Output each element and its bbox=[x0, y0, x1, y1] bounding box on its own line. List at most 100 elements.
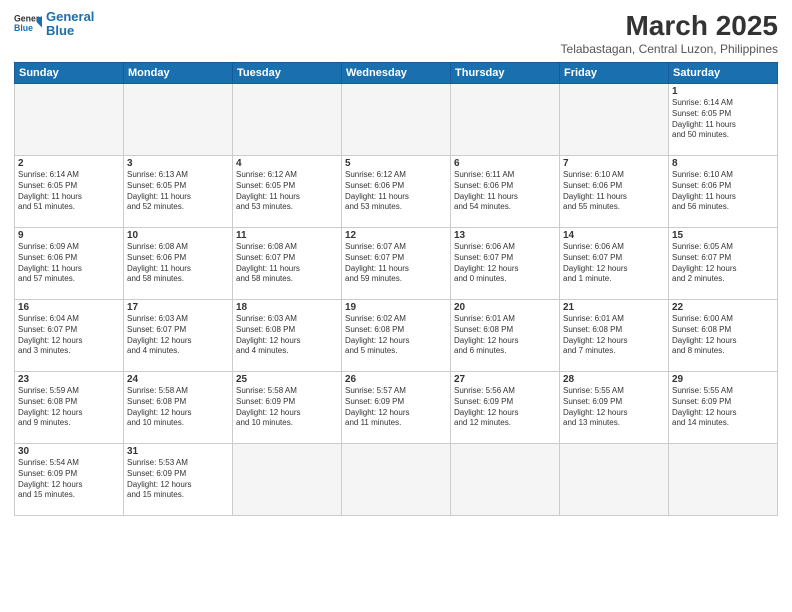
day-number: 24 bbox=[127, 374, 229, 385]
calendar-cell bbox=[451, 444, 560, 516]
week-row-1: 1Sunrise: 6:14 AM Sunset: 6:05 PM Daylig… bbox=[15, 84, 778, 156]
calendar-cell bbox=[124, 84, 233, 156]
day-number: 9 bbox=[18, 230, 120, 241]
day-number: 18 bbox=[236, 302, 338, 313]
week-row-4: 16Sunrise: 6:04 AM Sunset: 6:07 PM Dayli… bbox=[15, 300, 778, 372]
day-number: 19 bbox=[345, 302, 447, 313]
logo: General Blue GeneralBlue bbox=[14, 10, 94, 39]
logo-text: GeneralBlue bbox=[46, 10, 94, 39]
day-number: 22 bbox=[672, 302, 774, 313]
day-number: 13 bbox=[454, 230, 556, 241]
day-number: 25 bbox=[236, 374, 338, 385]
week-row-2: 2Sunrise: 6:14 AM Sunset: 6:05 PM Daylig… bbox=[15, 156, 778, 228]
day-info: Sunrise: 5:54 AM Sunset: 6:09 PM Dayligh… bbox=[18, 458, 120, 501]
day-info: Sunrise: 5:55 AM Sunset: 6:09 PM Dayligh… bbox=[563, 386, 665, 429]
day-info: Sunrise: 6:08 AM Sunset: 6:06 PM Dayligh… bbox=[127, 242, 229, 285]
day-header-thursday: Thursday bbox=[451, 63, 560, 84]
svg-text:Blue: Blue bbox=[14, 23, 33, 33]
day-info: Sunrise: 6:12 AM Sunset: 6:05 PM Dayligh… bbox=[236, 170, 338, 213]
day-info: Sunrise: 6:12 AM Sunset: 6:06 PM Dayligh… bbox=[345, 170, 447, 213]
day-info: Sunrise: 6:11 AM Sunset: 6:06 PM Dayligh… bbox=[454, 170, 556, 213]
calendar-cell: 31Sunrise: 5:53 AM Sunset: 6:09 PM Dayli… bbox=[124, 444, 233, 516]
day-number: 2 bbox=[18, 158, 120, 169]
day-number: 30 bbox=[18, 446, 120, 457]
calendar-cell: 18Sunrise: 6:03 AM Sunset: 6:08 PM Dayli… bbox=[233, 300, 342, 372]
calendar-cell bbox=[233, 84, 342, 156]
day-number: 28 bbox=[563, 374, 665, 385]
calendar-cell bbox=[451, 84, 560, 156]
day-number: 8 bbox=[672, 158, 774, 169]
calendar-cell: 6Sunrise: 6:11 AM Sunset: 6:06 PM Daylig… bbox=[451, 156, 560, 228]
day-header-saturday: Saturday bbox=[669, 63, 778, 84]
calendar-cell: 9Sunrise: 6:09 AM Sunset: 6:06 PM Daylig… bbox=[15, 228, 124, 300]
day-info: Sunrise: 6:04 AM Sunset: 6:07 PM Dayligh… bbox=[18, 314, 120, 357]
day-info: Sunrise: 6:14 AM Sunset: 6:05 PM Dayligh… bbox=[18, 170, 120, 213]
day-number: 11 bbox=[236, 230, 338, 241]
day-number: 15 bbox=[672, 230, 774, 241]
day-info: Sunrise: 6:09 AM Sunset: 6:06 PM Dayligh… bbox=[18, 242, 120, 285]
calendar-cell bbox=[669, 444, 778, 516]
header: General Blue GeneralBlue March 2025 Tela… bbox=[14, 10, 778, 56]
calendar-cell: 8Sunrise: 6:10 AM Sunset: 6:06 PM Daylig… bbox=[669, 156, 778, 228]
calendar-cell: 7Sunrise: 6:10 AM Sunset: 6:06 PM Daylig… bbox=[560, 156, 669, 228]
day-number: 12 bbox=[345, 230, 447, 241]
day-number: 23 bbox=[18, 374, 120, 385]
header-row: SundayMondayTuesdayWednesdayThursdayFrid… bbox=[15, 63, 778, 84]
calendar-cell: 26Sunrise: 5:57 AM Sunset: 6:09 PM Dayli… bbox=[342, 372, 451, 444]
day-number: 16 bbox=[18, 302, 120, 313]
calendar-cell: 12Sunrise: 6:07 AM Sunset: 6:07 PM Dayli… bbox=[342, 228, 451, 300]
calendar-cell: 14Sunrise: 6:06 AM Sunset: 6:07 PM Dayli… bbox=[560, 228, 669, 300]
generalblue-logo-icon: General Blue bbox=[14, 10, 42, 38]
calendar-cell: 10Sunrise: 6:08 AM Sunset: 6:06 PM Dayli… bbox=[124, 228, 233, 300]
day-info: Sunrise: 6:00 AM Sunset: 6:08 PM Dayligh… bbox=[672, 314, 774, 357]
day-info: Sunrise: 5:53 AM Sunset: 6:09 PM Dayligh… bbox=[127, 458, 229, 501]
calendar-cell bbox=[560, 444, 669, 516]
calendar-cell bbox=[560, 84, 669, 156]
day-number: 14 bbox=[563, 230, 665, 241]
day-number: 4 bbox=[236, 158, 338, 169]
calendar-cell: 1Sunrise: 6:14 AM Sunset: 6:05 PM Daylig… bbox=[669, 84, 778, 156]
calendar-cell: 19Sunrise: 6:02 AM Sunset: 6:08 PM Dayli… bbox=[342, 300, 451, 372]
calendar-cell: 3Sunrise: 6:13 AM Sunset: 6:05 PM Daylig… bbox=[124, 156, 233, 228]
day-info: Sunrise: 6:10 AM Sunset: 6:06 PM Dayligh… bbox=[672, 170, 774, 213]
day-header-monday: Monday bbox=[124, 63, 233, 84]
calendar-cell: 16Sunrise: 6:04 AM Sunset: 6:07 PM Dayli… bbox=[15, 300, 124, 372]
day-number: 29 bbox=[672, 374, 774, 385]
calendar-cell: 13Sunrise: 6:06 AM Sunset: 6:07 PM Dayli… bbox=[451, 228, 560, 300]
day-number: 1 bbox=[672, 86, 774, 97]
day-info: Sunrise: 5:59 AM Sunset: 6:08 PM Dayligh… bbox=[18, 386, 120, 429]
week-row-6: 30Sunrise: 5:54 AM Sunset: 6:09 PM Dayli… bbox=[15, 444, 778, 516]
calendar-cell: 17Sunrise: 6:03 AM Sunset: 6:07 PM Dayli… bbox=[124, 300, 233, 372]
day-header-sunday: Sunday bbox=[15, 63, 124, 84]
calendar-cell: 24Sunrise: 5:58 AM Sunset: 6:08 PM Dayli… bbox=[124, 372, 233, 444]
day-header-friday: Friday bbox=[560, 63, 669, 84]
day-info: Sunrise: 6:03 AM Sunset: 6:08 PM Dayligh… bbox=[236, 314, 338, 357]
week-row-3: 9Sunrise: 6:09 AM Sunset: 6:06 PM Daylig… bbox=[15, 228, 778, 300]
day-info: Sunrise: 6:01 AM Sunset: 6:08 PM Dayligh… bbox=[454, 314, 556, 357]
week-row-5: 23Sunrise: 5:59 AM Sunset: 6:08 PM Dayli… bbox=[15, 372, 778, 444]
calendar-cell bbox=[342, 444, 451, 516]
calendar-cell: 28Sunrise: 5:55 AM Sunset: 6:09 PM Dayli… bbox=[560, 372, 669, 444]
day-number: 5 bbox=[345, 158, 447, 169]
day-number: 6 bbox=[454, 158, 556, 169]
month-title: March 2025 bbox=[561, 10, 778, 42]
day-info: Sunrise: 6:10 AM Sunset: 6:06 PM Dayligh… bbox=[563, 170, 665, 213]
day-number: 3 bbox=[127, 158, 229, 169]
calendar-cell: 23Sunrise: 5:59 AM Sunset: 6:08 PM Dayli… bbox=[15, 372, 124, 444]
day-info: Sunrise: 6:03 AM Sunset: 6:07 PM Dayligh… bbox=[127, 314, 229, 357]
calendar-cell bbox=[342, 84, 451, 156]
calendar-cell: 4Sunrise: 6:12 AM Sunset: 6:05 PM Daylig… bbox=[233, 156, 342, 228]
day-number: 21 bbox=[563, 302, 665, 313]
day-number: 10 bbox=[127, 230, 229, 241]
day-number: 7 bbox=[563, 158, 665, 169]
day-number: 26 bbox=[345, 374, 447, 385]
calendar-cell: 27Sunrise: 5:56 AM Sunset: 6:09 PM Dayli… bbox=[451, 372, 560, 444]
calendar-cell: 5Sunrise: 6:12 AM Sunset: 6:06 PM Daylig… bbox=[342, 156, 451, 228]
calendar-cell: 22Sunrise: 6:00 AM Sunset: 6:08 PM Dayli… bbox=[669, 300, 778, 372]
day-info: Sunrise: 6:06 AM Sunset: 6:07 PM Dayligh… bbox=[454, 242, 556, 285]
calendar-cell bbox=[15, 84, 124, 156]
calendar-cell: 30Sunrise: 5:54 AM Sunset: 6:09 PM Dayli… bbox=[15, 444, 124, 516]
day-info: Sunrise: 5:58 AM Sunset: 6:08 PM Dayligh… bbox=[127, 386, 229, 429]
day-info: Sunrise: 5:58 AM Sunset: 6:09 PM Dayligh… bbox=[236, 386, 338, 429]
calendar-cell: 21Sunrise: 6:01 AM Sunset: 6:08 PM Dayli… bbox=[560, 300, 669, 372]
